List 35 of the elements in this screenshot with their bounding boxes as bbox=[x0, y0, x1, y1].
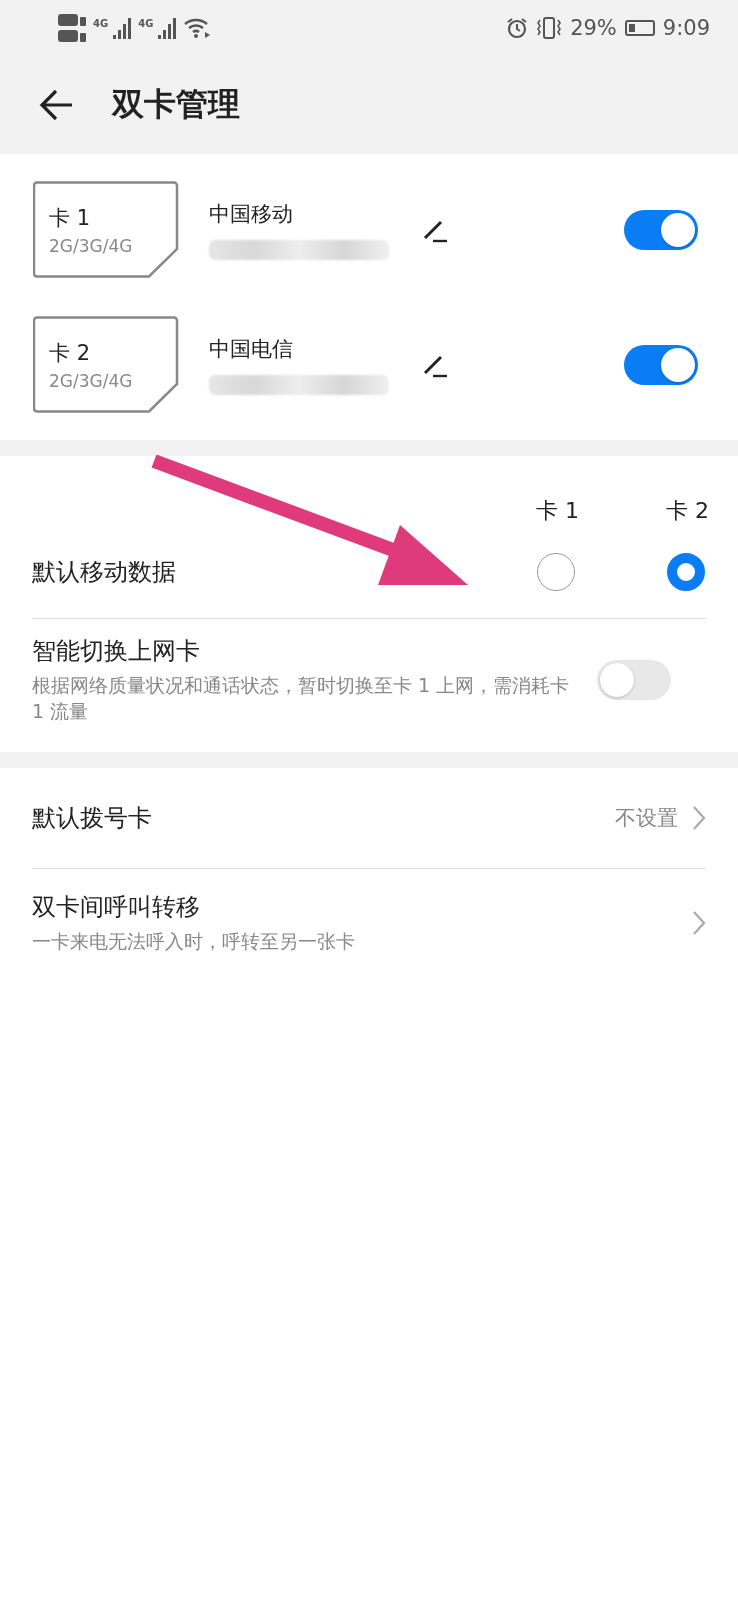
settings-row[interactable]: 双卡间呼叫转移 一卡来电无法呼入时，呼转至另一张卡 bbox=[32, 868, 706, 977]
radio-button[interactable] bbox=[667, 553, 705, 591]
battery-percent: 29% bbox=[570, 16, 617, 40]
hd-sim-icon bbox=[58, 12, 88, 44]
sim-bands: 2G/3G/4G bbox=[49, 235, 179, 256]
smart-switch-toggle[interactable] bbox=[597, 659, 671, 700]
chevron-icon bbox=[692, 805, 706, 832]
column-header: 卡 1 bbox=[536, 497, 576, 525]
default-data-label: 默认移动数据 bbox=[32, 557, 176, 588]
smart-switch-title: 智能切换上网卡 bbox=[32, 636, 201, 667]
chevron-icon bbox=[692, 910, 706, 937]
settings-row[interactable]: 默认拨号卡 不设置 bbox=[32, 768, 706, 869]
row-title: 双卡间呼叫转移 bbox=[32, 892, 201, 924]
carrier-name: 中国电信 bbox=[209, 335, 294, 363]
network-type: 4G bbox=[138, 18, 154, 29]
sim-bands: 2G/3G/4G bbox=[49, 370, 179, 391]
signal-icon bbox=[113, 17, 134, 39]
alarm-icon bbox=[506, 17, 529, 39]
row-title: 默认拨号卡 bbox=[32, 803, 153, 835]
clock: 9:09 bbox=[662, 16, 710, 40]
row-subtitle: 一卡来电无法呼入时，呼转至另一张卡 bbox=[32, 929, 356, 955]
page-title: 双卡管理 bbox=[112, 84, 240, 125]
vibrate-icon bbox=[536, 16, 563, 40]
row-value: 不设置 bbox=[615, 805, 678, 833]
sim-toggle[interactable] bbox=[624, 344, 698, 385]
battery-icon bbox=[624, 20, 655, 36]
sim-toggle[interactable] bbox=[624, 209, 698, 250]
sim-slot-label: 卡 1 bbox=[49, 204, 92, 232]
carrier-name: 中国移动 bbox=[209, 200, 294, 228]
column-header: 卡 2 bbox=[666, 497, 706, 525]
signal-icon bbox=[158, 17, 179, 39]
network-type: 4G bbox=[93, 18, 109, 29]
smart-switch-description: 根据网络质量状况和通话状态，暂时切换至卡 1 上网，需消耗卡 1 流量 bbox=[32, 673, 571, 724]
sim-slot-label: 卡 2 bbox=[49, 339, 92, 367]
wifi-icon bbox=[183, 17, 212, 39]
